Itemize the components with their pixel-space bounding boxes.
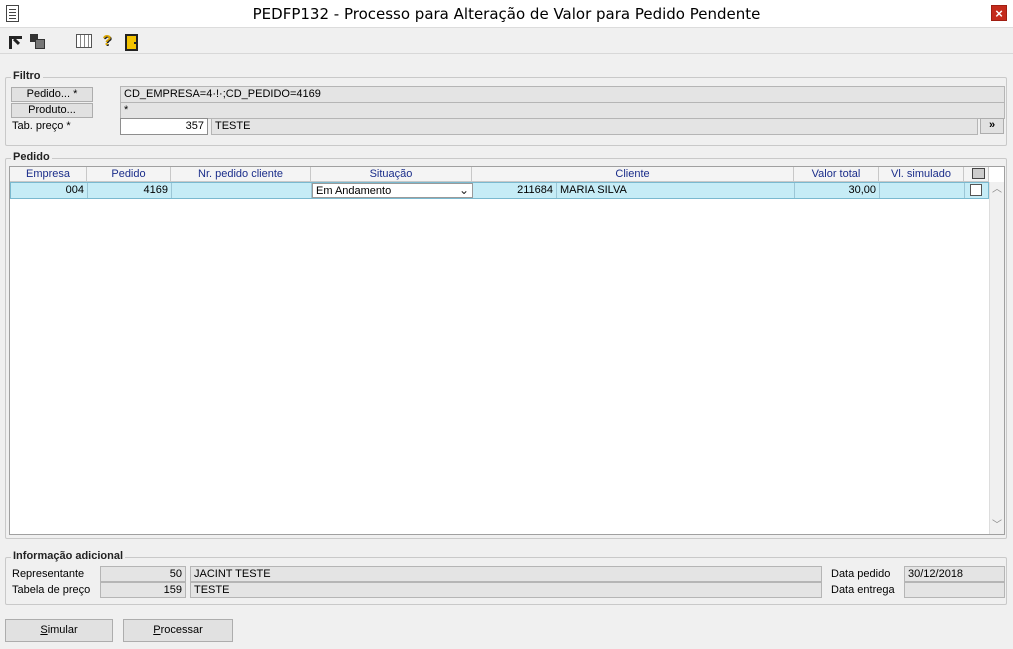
multi-window-icon[interactable] bbox=[30, 34, 45, 49]
additional-info-legend: Informação adicional bbox=[11, 550, 126, 562]
col-header-cliente[interactable]: Cliente bbox=[472, 167, 794, 182]
scroll-up-icon[interactable]: ︿ bbox=[990, 183, 1004, 197]
scroll-down-icon[interactable]: ﹀ bbox=[990, 519, 1004, 533]
chevron-down-icon[interactable]: ⌄ bbox=[459, 184, 469, 197]
processar-button[interactable]: Processar bbox=[123, 619, 233, 642]
toolbar: ? bbox=[0, 28, 1013, 54]
next-button[interactable]: » bbox=[980, 118, 1004, 134]
simular-label: imular bbox=[47, 624, 78, 636]
tab-preco-code-input[interactable]: 357 bbox=[120, 118, 208, 135]
help-icon[interactable]: ? bbox=[100, 33, 114, 48]
exit-door-icon[interactable] bbox=[124, 34, 138, 51]
tabela-preco-name-field: TESTE bbox=[190, 582, 822, 598]
cell-vl-simulado[interactable] bbox=[880, 183, 965, 198]
close-button[interactable]: × bbox=[991, 5, 1007, 21]
simular-button[interactable]: Simular bbox=[5, 619, 113, 642]
vertical-scrollbar[interactable]: ︿ ﹀ bbox=[989, 182, 1004, 534]
order-legend: Pedido bbox=[11, 151, 52, 163]
col-header-vl-simulado[interactable]: Vl. simulado bbox=[879, 167, 964, 182]
cell-pedido: 4169 bbox=[88, 183, 172, 198]
filter-legend: Filtro bbox=[11, 70, 43, 82]
grid-view-icon[interactable] bbox=[76, 34, 92, 48]
data-pedido-field: 30/12/2018 bbox=[904, 566, 1005, 582]
order-grid: Empresa Pedido Nr. pedido cliente Situaç… bbox=[9, 166, 1005, 535]
pedido-lookup-button[interactable]: Pedido... * bbox=[11, 87, 93, 102]
cell-valor-total: 30,00 bbox=[795, 183, 880, 198]
representante-label: Representante bbox=[12, 568, 85, 580]
col-header-empresa[interactable]: Empresa bbox=[10, 167, 87, 182]
title-bar: PEDFP132 - Processo para Alteração de Va… bbox=[0, 0, 1013, 28]
table-row[interactable]: 004 4169 Em Andamento ⌄ 211684 MARIA SIL… bbox=[10, 182, 989, 199]
col-header-pedido[interactable]: Pedido bbox=[87, 167, 171, 182]
produto-lookup-button[interactable]: Produto... bbox=[11, 103, 93, 118]
col-header-valor-total[interactable]: Valor total bbox=[794, 167, 879, 182]
processar-label: rocessar bbox=[160, 624, 203, 636]
data-entrega-field bbox=[904, 582, 1005, 598]
situacao-select[interactable]: Em Andamento ⌄ bbox=[312, 183, 473, 198]
col-header-situacao[interactable]: Situação bbox=[311, 167, 472, 182]
cell-nr-pedido-cliente[interactable] bbox=[172, 183, 312, 198]
tabela-preco-code-field: 159 bbox=[100, 582, 186, 598]
row-select-checkbox[interactable] bbox=[970, 184, 982, 196]
tabela-preco-label: Tabela de preço bbox=[12, 584, 91, 596]
data-pedido-label: Data pedido bbox=[831, 568, 891, 580]
simular-accelerator: S bbox=[40, 624, 48, 636]
pedido-filter-field[interactable]: CD_EMPRESA=4·!·;CD_PEDIDO=4169 bbox=[120, 86, 1005, 103]
cell-cliente-codigo: 211684 bbox=[473, 183, 557, 198]
tab-preco-name-field: TESTE bbox=[211, 118, 978, 135]
representante-code-field: 50 bbox=[100, 566, 186, 582]
first-record-icon[interactable] bbox=[8, 34, 22, 49]
produto-filter-field[interactable]: * bbox=[120, 102, 1005, 119]
select-all-checkbox[interactable] bbox=[972, 168, 985, 179]
cell-cliente-nome: MARIA SILVA bbox=[557, 183, 795, 198]
window-title: PEDFP132 - Processo para Alteração de Va… bbox=[252, 5, 761, 23]
representante-name-field: JACINT TESTE bbox=[190, 566, 822, 582]
tab-preco-label: Tab. preço * bbox=[12, 120, 71, 132]
cell-empresa: 004 bbox=[11, 183, 88, 198]
processar-accelerator: P bbox=[153, 624, 161, 636]
data-entrega-label: Data entrega bbox=[831, 584, 895, 596]
situacao-value: Em Andamento bbox=[316, 185, 392, 197]
col-header-nr-pedido-cliente[interactable]: Nr. pedido cliente bbox=[171, 167, 311, 182]
